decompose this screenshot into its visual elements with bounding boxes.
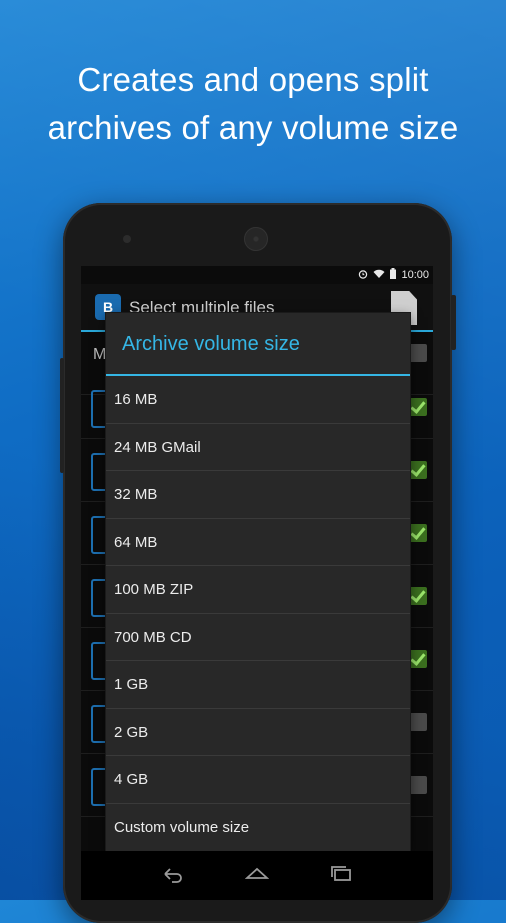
option-100mb-zip[interactable]: 100 MB ZIP: [106, 566, 410, 614]
option-16mb[interactable]: 16 MB: [106, 376, 410, 424]
option-4gb[interactable]: 4 GB: [106, 756, 410, 804]
option-32mb[interactable]: 32 MB: [106, 471, 410, 519]
option-700mb-cd[interactable]: 700 MB CD: [106, 614, 410, 661]
navigation-bar: [81, 851, 433, 900]
checkbox[interactable]: [409, 713, 427, 731]
phone-power-key: [451, 295, 456, 350]
checkbox[interactable]: [409, 398, 427, 416]
battery-icon: [390, 268, 397, 282]
checkbox[interactable]: [409, 461, 427, 479]
promo-headline: Creates and opens split archives of any …: [0, 56, 506, 152]
alarm-icon: [358, 269, 368, 282]
checkbox[interactable]: [409, 344, 427, 362]
status-bar: 10:00: [81, 266, 433, 284]
option-1gb[interactable]: 1 GB: [106, 661, 410, 709]
front-camera: [244, 227, 268, 251]
recent-apps-icon[interactable]: [329, 865, 353, 883]
front-sensor: [123, 235, 131, 243]
option-2gb[interactable]: 2 GB: [106, 709, 410, 756]
back-icon[interactable]: [161, 865, 185, 883]
archive-volume-size-dialog: Archive volume size 16 MB 24 MB GMail 32…: [106, 313, 410, 851]
headline-line-1: Creates and opens split: [77, 61, 429, 98]
headline-line-2: archives of any volume size: [47, 109, 459, 146]
home-icon[interactable]: [244, 865, 270, 883]
wifi-icon: [373, 269, 385, 282]
checkbox[interactable]: [409, 650, 427, 668]
dialog-title: Archive volume size: [122, 333, 300, 355]
option-24mb-gmail[interactable]: 24 MB GMail: [106, 424, 410, 471]
checkbox[interactable]: [409, 776, 427, 794]
option-custom-volume-size[interactable]: Custom volume size: [106, 804, 410, 852]
volume-size-options: 16 MB 24 MB GMail 32 MB 64 MB 100 MB ZIP…: [106, 376, 410, 851]
phone-volume-key: [60, 358, 64, 473]
status-time: 10:00: [401, 269, 429, 281]
checkbox[interactable]: [409, 524, 427, 542]
option-64mb[interactable]: 64 MB: [106, 519, 410, 566]
checkbox[interactable]: [409, 587, 427, 605]
